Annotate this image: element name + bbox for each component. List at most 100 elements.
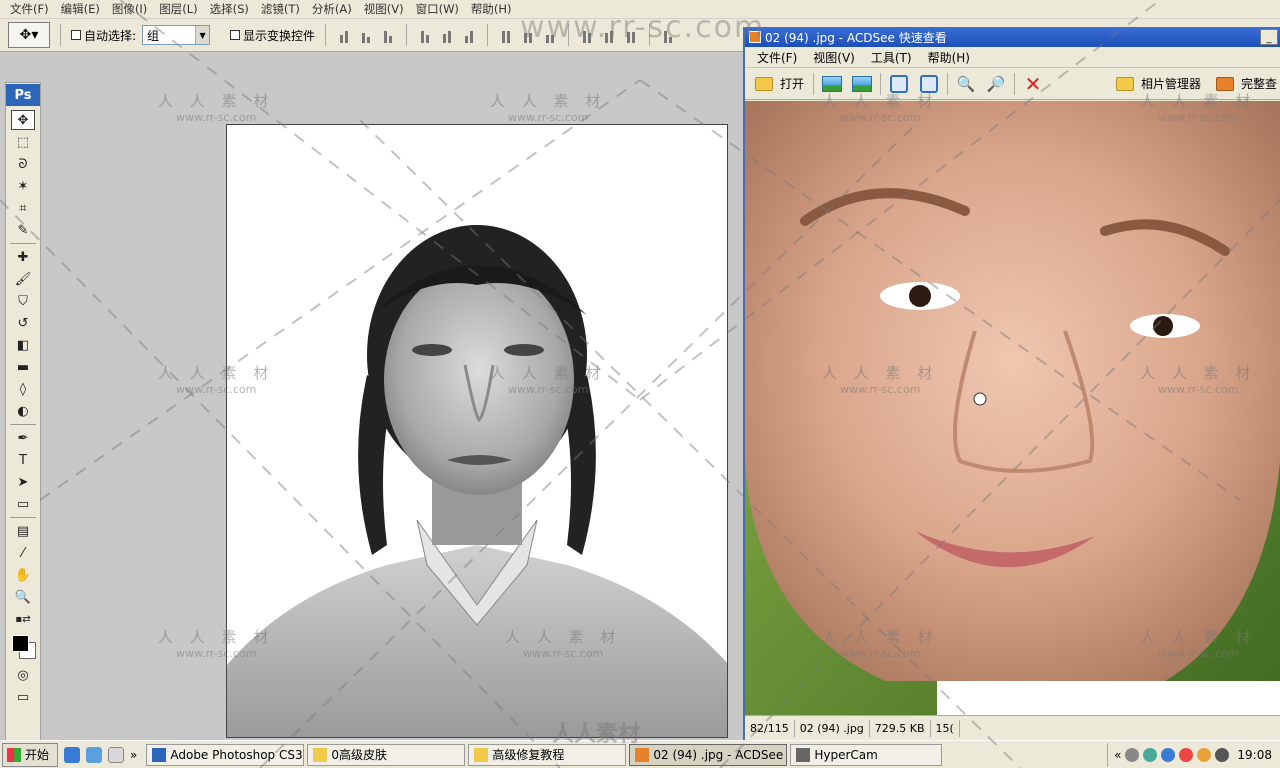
ps-menu-view[interactable]: 视图(V) [358,1,410,17]
acd-menu-view[interactable]: 视图(V) [805,49,863,66]
align-right-icon[interactable] [461,27,477,43]
brush-tool-icon[interactable]: 🖌 [11,269,35,289]
rotate-left-icon[interactable] [887,73,911,95]
gradient-tool-icon[interactable]: ▬ [11,357,35,377]
align-vcenter-icon[interactable] [358,27,374,43]
eraser-tool-icon[interactable]: ◧ [11,335,35,355]
auto-select-dropdown[interactable]: 组 ▼ [142,25,211,45]
tool-preset-picker[interactable]: ✥▾ [8,22,50,48]
show-transform-checkbox[interactable]: 显示变换控件 [230,27,315,44]
qq2-icon[interactable] [1197,747,1212,762]
ps-menu-file[interactable]: 文件(F) [4,1,55,17]
task-folder-tutorial-label: 高级修复教程 [492,748,565,762]
delete-icon[interactable]: ✕ [1021,72,1045,96]
foreground-color-swatch[interactable] [12,635,29,652]
ie-icon[interactable] [64,746,81,763]
divider [568,24,570,46]
next-image-icon[interactable] [850,73,874,95]
open-button[interactable]: 打开 [749,71,807,97]
shape-tool-icon[interactable]: ▭ [11,494,35,514]
explorer-icon[interactable] [86,746,103,763]
quick-mask-icon[interactable]: ◎ [11,665,35,685]
settings-icon[interactable] [1215,747,1230,762]
swap-colors-icon[interactable]: ▪⇄ [11,609,35,629]
start-button[interactable]: 开始 [2,742,59,767]
ps-menu-filter[interactable]: 滤镜(T) [255,1,306,17]
align-bottom-icon[interactable] [380,27,396,43]
auto-select-value: 组 [147,28,160,43]
auto-select-checkbox[interactable]: 自动选择: [71,27,136,44]
distribute-right-icon[interactable] [623,27,639,43]
task-folder-skin[interactable]: 0高级皮肤 [307,743,466,766]
divider [10,424,36,425]
divider [10,517,36,518]
task-acdsee[interactable]: 02 (94) .jpg - ACDSee ... [629,743,788,766]
keyboard-icon[interactable] [1125,747,1140,762]
clock[interactable]: 19:08 [1237,748,1272,762]
task-hypercam[interactable]: HyperCam [790,743,943,766]
path-selection-tool-icon[interactable]: ➤ [11,472,35,492]
acdsee-image-view[interactable] [745,101,1280,715]
hand-tool-icon[interactable]: ✋ [11,565,35,585]
tray-expand[interactable]: « [1114,748,1121,762]
marquee-tool-icon[interactable]: ⬚ [11,132,35,152]
full-viewer-button[interactable]: 完整查 [1210,71,1280,97]
rotate-right-icon[interactable] [917,73,941,95]
ps-menu-image[interactable]: 图像(I) [106,1,153,17]
type-tool-icon[interactable]: T [11,450,35,470]
chevron-down-icon[interactable]: ▼ [195,26,210,44]
quick-launch-more[interactable]: » [130,748,137,762]
distribute-left-icon[interactable] [579,27,595,43]
magic-wand-tool-icon[interactable]: ✶ [11,176,35,196]
photo-manager-folder-icon [1113,73,1137,95]
zoom-out-icon[interactable]: 🔎 [984,73,1008,95]
auto-align-layers-icon[interactable] [660,27,676,43]
zoom-tool-icon[interactable]: 🔍 [11,587,35,607]
document-canvas[interactable] [226,124,728,738]
zoom-in-icon[interactable]: 🔍 [954,73,978,95]
acd-menu-file[interactable]: 文件(F) [749,49,805,66]
blur-tool-icon[interactable]: ◊ [11,379,35,399]
screen-mode-icon[interactable]: ▭ [11,687,35,707]
eyedropper-tool-icon[interactable]: ⁄ [11,543,35,563]
slice-tool-icon[interactable]: ✎ [11,220,35,240]
photo-manager-button[interactable]: 相片管理器 [1110,71,1204,97]
align-hcenter-icon[interactable] [439,27,455,43]
align-left-icon[interactable] [417,27,433,43]
ps-menu-help[interactable]: 帮助(H) [465,1,518,17]
ie-tray-icon[interactable] [1161,747,1176,762]
ps-menu-edit[interactable]: 编辑(E) [55,1,106,17]
pen-tool-icon[interactable]: ✒ [11,428,35,448]
notepad-icon[interactable] [108,746,125,763]
distribute-top-icon[interactable] [498,27,514,43]
auto-select-label: 自动选择: [84,28,137,43]
lasso-tool-icon[interactable]: ᘐ [11,154,35,174]
status-filename: 02 (94) .jpg [795,719,870,737]
dodge-tool-icon[interactable]: ◐ [11,401,35,421]
previous-image-icon[interactable] [820,73,844,95]
ps-menu-layer[interactable]: 图层(L) [153,1,203,17]
ps-menu-window[interactable]: 窗口(W) [410,1,465,17]
ps-menu-analysis[interactable]: 分析(A) [306,1,358,17]
distribute-hcenter-icon[interactable] [601,27,617,43]
minimize-button[interactable]: _ [1260,29,1278,45]
task-photoshop[interactable]: Adobe Photoshop CS3 E... [146,743,305,766]
color-swatches[interactable] [9,633,37,661]
notes-tool-icon[interactable]: ▤ [11,521,35,541]
ps-menu-select[interactable]: 选择(S) [204,1,255,17]
distribute-bottom-icon[interactable] [542,27,558,43]
qq-icon[interactable] [1179,747,1194,762]
crop-tool-icon[interactable]: ⌗ [11,198,35,218]
move-tool-icon[interactable]: ✥ [11,110,35,130]
healing-brush-tool-icon[interactable]: ✚ [11,247,35,267]
history-brush-tool-icon[interactable]: ↺ [11,313,35,333]
acd-menu-help[interactable]: 帮助(H) [920,49,978,66]
auto-select-box[interactable] [71,30,81,40]
acd-menu-tools[interactable]: 工具(T) [863,49,920,66]
align-top-icon[interactable] [336,27,352,43]
distribute-vcenter-icon[interactable] [520,27,536,43]
network-icon[interactable] [1143,747,1158,762]
show-transform-box[interactable] [230,30,241,40]
clone-stamp-tool-icon[interactable]: ⛉ [11,291,35,311]
task-folder-tutorial[interactable]: 高级修复教程 [468,743,627,766]
